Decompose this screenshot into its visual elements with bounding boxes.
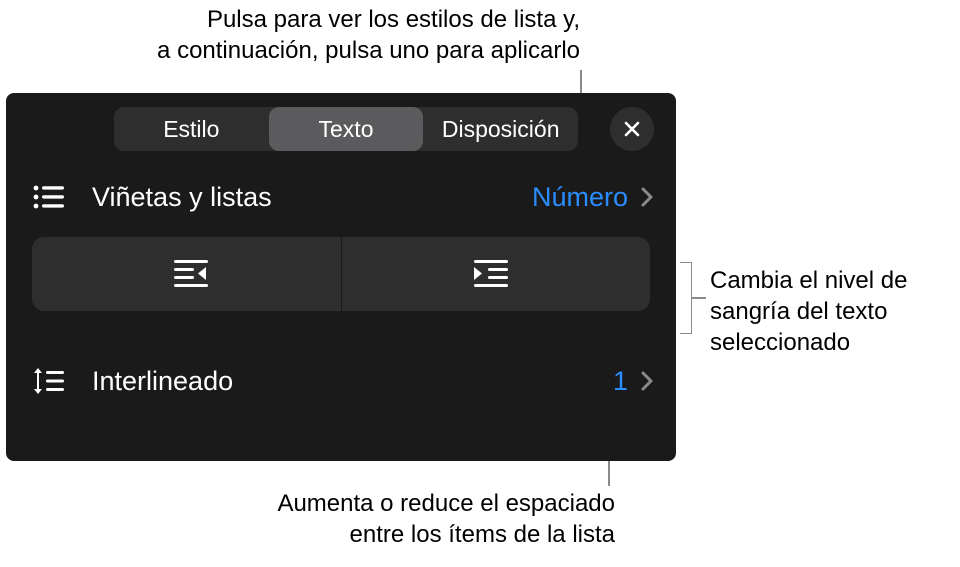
line-spacing-label: Interlineado bbox=[92, 366, 613, 397]
callout-list-styles: Pulsa para ver los estilos de lista y, a… bbox=[30, 4, 580, 66]
bullets-value: Número bbox=[532, 182, 628, 213]
indent-button-group bbox=[32, 237, 650, 311]
indent-icon bbox=[470, 257, 522, 291]
callout-line bbox=[692, 297, 706, 299]
callout-spacing: Aumenta o reduce el espaciado entre los … bbox=[185, 488, 615, 550]
callout-text-line: seleccionado bbox=[710, 327, 950, 358]
callout-indent: Cambia el nivel de sangría del texto sel… bbox=[710, 265, 950, 359]
callout-text-line: a continuación, pulsa uno para aplicarlo bbox=[30, 35, 580, 66]
callout-text-line: Aumenta o reduce el espaciado bbox=[185, 488, 615, 519]
tab-layout[interactable]: Disposición bbox=[423, 107, 578, 151]
bullets-icon bbox=[32, 183, 92, 211]
callout-text-line: sangría del texto bbox=[710, 296, 950, 327]
indent-button[interactable] bbox=[341, 237, 651, 311]
line-spacing-row[interactable]: Interlineado 1 bbox=[6, 351, 676, 411]
outdent-icon bbox=[160, 257, 212, 291]
callout-bracket bbox=[680, 262, 692, 334]
callout-text-line: Pulsa para ver los estilos de lista y, bbox=[30, 4, 580, 35]
line-spacing-value: 1 bbox=[613, 366, 628, 397]
tab-text[interactable]: Texto bbox=[269, 107, 424, 151]
chevron-right-icon bbox=[640, 370, 654, 392]
callout-text-line: entre los ítems de la lista bbox=[185, 519, 615, 550]
close-button[interactable] bbox=[610, 107, 654, 151]
tab-style[interactable]: Estilo bbox=[114, 107, 269, 151]
chevron-right-icon bbox=[640, 186, 654, 208]
format-panel: Estilo Texto Disposición Viñetas y lista… bbox=[6, 93, 676, 461]
outdent-button[interactable] bbox=[32, 237, 341, 311]
close-icon bbox=[622, 119, 642, 139]
bullets-label: Viñetas y listas bbox=[92, 182, 532, 213]
bullets-and-lists-row[interactable]: Viñetas y listas Número bbox=[6, 167, 676, 227]
line-spacing-icon bbox=[32, 366, 92, 396]
format-tabs: Estilo Texto Disposición bbox=[114, 107, 578, 151]
callout-text-line: Cambia el nivel de bbox=[710, 265, 950, 296]
